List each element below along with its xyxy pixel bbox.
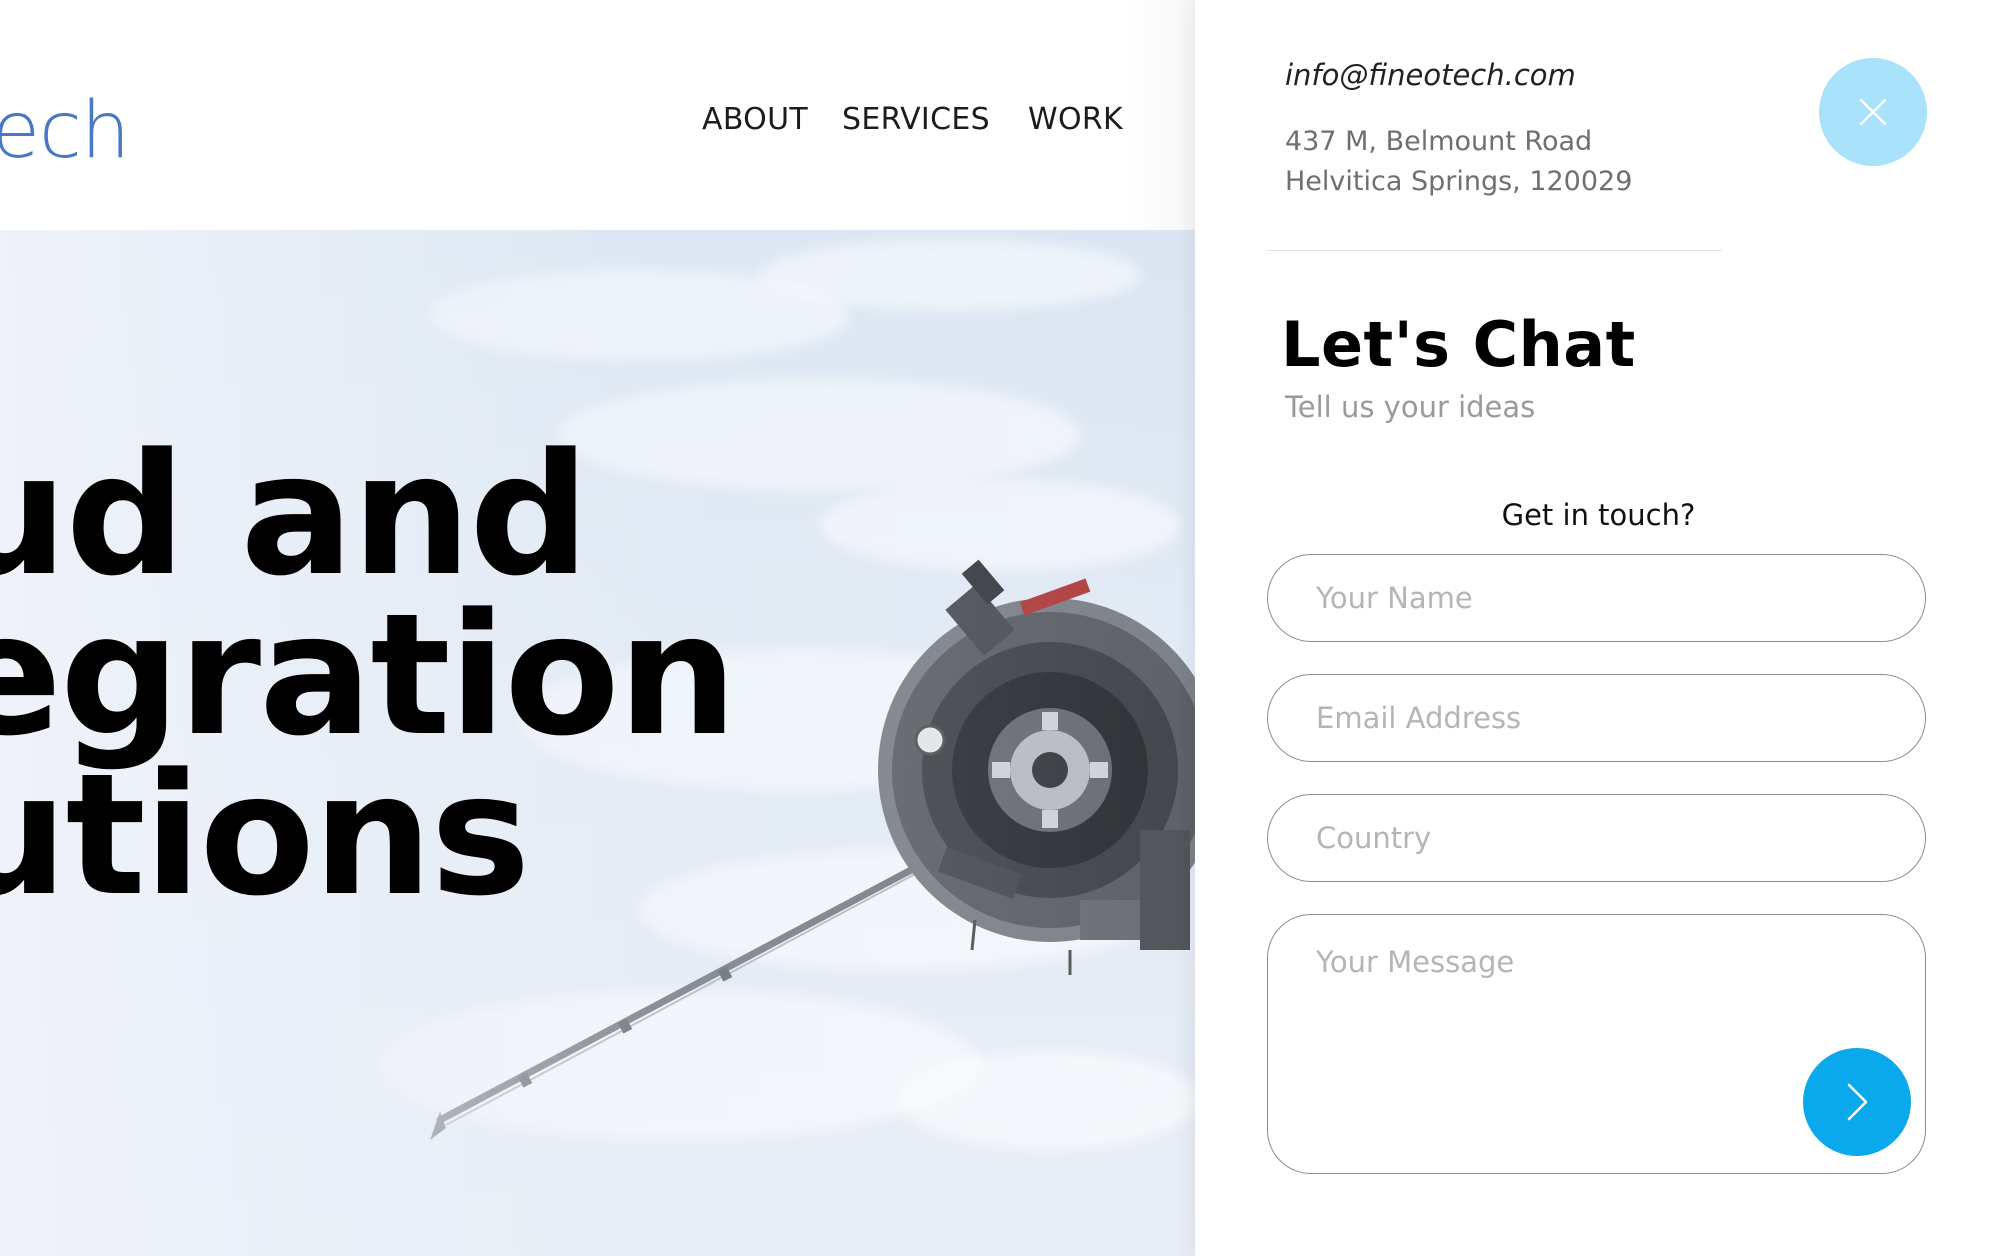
nav-about[interactable]: ABOUT bbox=[702, 102, 808, 137]
hero-heading-line: ud and bbox=[0, 417, 590, 613]
nav-services[interactable]: SERVICES bbox=[842, 102, 990, 137]
form-prompt: Get in touch? bbox=[1501, 498, 1696, 532]
contact-drawer: info@fineotech.com 437 M, Belmount Road … bbox=[1195, 0, 2000, 1256]
website-background: ech ABOUT SERVICES WORK ud and egration … bbox=[0, 0, 1195, 1256]
site-logo[interactable]: ech bbox=[0, 92, 130, 170]
hero-heading: ud and egration utions bbox=[0, 417, 737, 933]
hero-heading-line: utions bbox=[0, 737, 531, 933]
address-line-2: Helvitica Springs, 120029 bbox=[1285, 166, 1633, 197]
hero-section: ud and egration utions bbox=[0, 230, 1195, 1256]
contact-email[interactable]: info@fineotech.com bbox=[1285, 58, 1576, 92]
close-icon bbox=[1859, 98, 1887, 126]
drawer-title: Let's Chat bbox=[1281, 308, 1636, 381]
chevron-right-icon bbox=[1847, 1083, 1868, 1121]
contact-address: 437 M, Belmount Road Helvitica Springs, … bbox=[1285, 122, 1632, 202]
email-input[interactable] bbox=[1267, 674, 1926, 762]
country-input[interactable] bbox=[1267, 794, 1926, 882]
address-line-1: 437 M, Belmount Road bbox=[1285, 126, 1593, 157]
drawer-subtitle: Tell us your ideas bbox=[1285, 390, 1536, 424]
divider bbox=[1267, 250, 1722, 251]
drawer-shadow bbox=[1125, 0, 1195, 230]
nav-work[interactable]: WORK bbox=[1028, 102, 1123, 137]
name-input[interactable] bbox=[1267, 554, 1926, 642]
hero-heading-line: egration bbox=[0, 577, 737, 773]
send-button[interactable] bbox=[1803, 1048, 1911, 1156]
close-button[interactable] bbox=[1819, 58, 1927, 166]
